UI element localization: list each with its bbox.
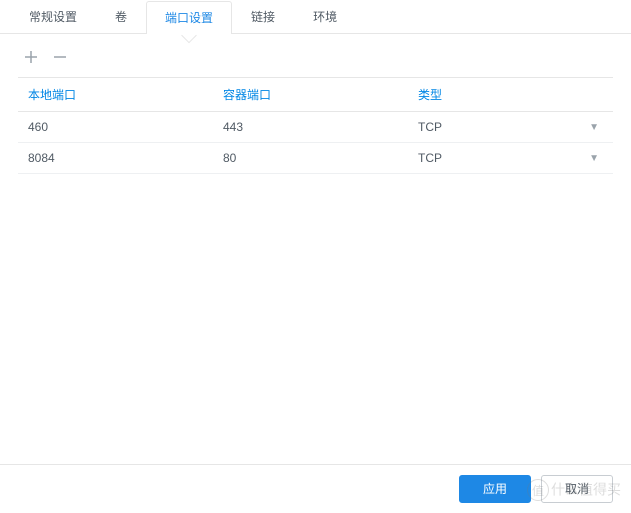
apply-button[interactable]: 应用 [459,475,531,503]
cancel-button[interactable]: 取消 [541,475,613,503]
plus-icon [22,48,40,66]
cell-local-port[interactable]: 460 [18,112,213,142]
cell-container-port[interactable]: 443 [213,112,408,142]
dropdown-caret-icon[interactable]: ▼ [589,122,599,133]
type-value: TCP [418,120,442,134]
col-container-port[interactable]: 容器端口 [213,78,408,111]
footer: 应用 取消 [0,464,631,513]
table-row[interactable]: 8084 80 TCP ▼ [18,143,613,174]
minus-icon [51,48,69,66]
tab-general[interactable]: 常规设置 [10,0,96,33]
cell-type[interactable]: TCP ▼ [408,112,613,142]
tab-environment[interactable]: 环境 [294,0,356,33]
table-header: 本地端口 容器端口 类型 [18,77,613,112]
col-local-port[interactable]: 本地端口 [18,78,213,111]
type-value: TCP [418,151,442,165]
tab-port-settings[interactable]: 端口设置 [146,1,232,34]
table-row[interactable]: 460 443 TCP ▼ [18,112,613,143]
port-table: 本地端口 容器端口 类型 460 443 TCP ▼ 8084 80 TCP ▼ [18,77,613,174]
cell-local-port[interactable]: 8084 [18,143,213,173]
tab-volumes[interactable]: 卷 [96,0,146,33]
tab-links[interactable]: 链接 [232,0,294,33]
remove-button[interactable] [49,46,71,68]
dropdown-caret-icon[interactable]: ▼ [589,153,599,164]
tabs-bar: 常规设置 卷 端口设置 链接 环境 [0,0,631,34]
col-type[interactable]: 类型 [408,78,613,111]
toolbar [0,34,631,77]
cell-container-port[interactable]: 80 [213,143,408,173]
add-button[interactable] [20,46,42,68]
cell-type[interactable]: TCP ▼ [408,143,613,173]
